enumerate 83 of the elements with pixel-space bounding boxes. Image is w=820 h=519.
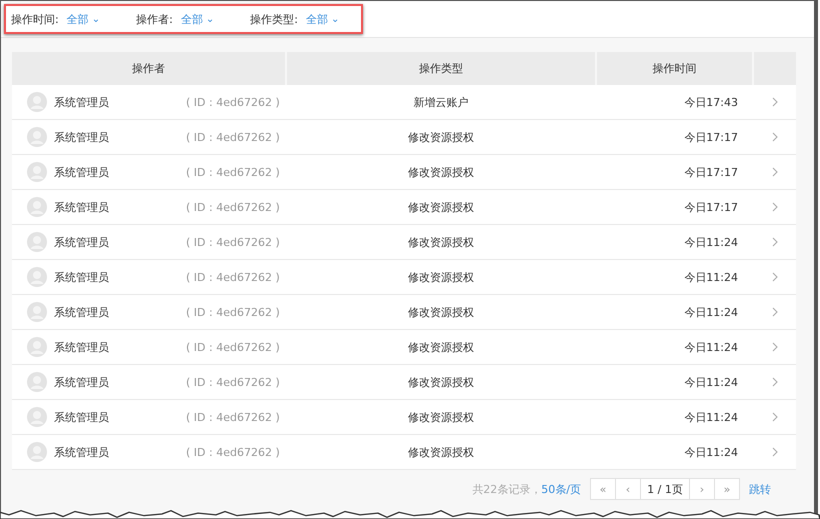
filter-dropdown[interactable]: 全部 ⌄ <box>180 12 214 26</box>
table-cell: 修改资源授权 <box>286 434 596 470</box>
table-cell: 修改资源授权 <box>286 330 596 364</box>
operator-name: 系统管理员 <box>54 200 110 214</box>
last-page-button[interactable]: » <box>714 478 740 500</box>
table-cell: 修改资源授权 <box>286 294 596 330</box>
table-cell: 今日11:24 <box>596 260 753 294</box>
column-header: 操作时间 <box>596 52 753 85</box>
operator-id: ( ID : 4ed67262 ) <box>186 376 280 388</box>
avatar-icon <box>27 337 47 357</box>
table-cell: 今日11:24 <box>596 400 753 434</box>
table-cell: 今日17:17 <box>596 120 753 154</box>
table-cell: 今日11:24 <box>596 294 753 330</box>
filter-label: 操作类型: <box>250 12 298 26</box>
table-cell: 修改资源授权 <box>286 260 596 294</box>
avatar-icon <box>27 372 47 392</box>
table-cell: 修改资源授权 <box>286 154 596 190</box>
operator-name: 系统管理员 <box>54 270 110 284</box>
operator-id: ( ID : 4ed67262 ) <box>186 306 280 318</box>
table-cell: 修改资源授权 <box>286 364 596 400</box>
table-cell: 修改资源授权 <box>286 190 596 224</box>
filter-dropdown[interactable]: 全部 ⌄ <box>66 12 100 26</box>
operator-name: 系统管理员 <box>54 444 110 460</box>
chevron-right-icon[interactable] <box>772 412 778 422</box>
operator-id: ( ID : 4ed67262 ) <box>186 130 280 144</box>
page-indicator[interactable]: 1 / 1页 <box>640 478 690 500</box>
table-cell: 今日11:24 <box>596 224 753 260</box>
table-cell: 今日11:24 <box>596 364 753 400</box>
chevron-right-icon[interactable] <box>772 307 778 317</box>
avatar-icon <box>27 232 47 252</box>
chevron-right-icon[interactable] <box>772 167 778 177</box>
operator-name: 系统管理员 <box>54 94 110 110</box>
chevron-right-icon[interactable] <box>772 377 778 387</box>
operator-name: 系统管理员 <box>54 410 110 424</box>
operator-id: ( ID : 4ed67262 ) <box>186 410 280 424</box>
table-cell: 今日17:17 <box>596 154 753 190</box>
avatar-icon <box>27 407 47 427</box>
filter-label: 操作时间: <box>11 12 59 26</box>
operator-name: 系统管理员 <box>54 304 110 320</box>
operator-id: ( ID : 4ed67262 ) <box>186 236 280 248</box>
operator-id: ( ID : 4ed67262 ) <box>186 200 280 214</box>
filter-dropdown[interactable]: 全部 ⌄ <box>306 12 340 26</box>
chevron-right-icon[interactable] <box>772 97 778 107</box>
jump-link[interactable]: 跳转 <box>749 482 771 496</box>
avatar-icon <box>27 267 47 287</box>
operator-name: 系统管理员 <box>54 164 110 180</box>
chevron-right-icon[interactable] <box>772 132 778 142</box>
table-cell: 新增云账户 <box>286 85 596 120</box>
operator-name: 系统管理员 <box>54 340 110 354</box>
avatar-icon <box>27 302 47 322</box>
chevron-right-icon[interactable] <box>772 202 778 212</box>
table-cell: 修改资源授权 <box>286 224 596 260</box>
record-count: 共22条记录， <box>472 482 542 496</box>
operator-id: ( ID : 4ed67262 ) <box>186 446 280 458</box>
previous-page-button[interactable]: ‹ <box>615 478 641 500</box>
operator-name: 系统管理员 <box>54 234 110 250</box>
table-cell: 今日17:17 <box>596 190 753 224</box>
table-cell: 今日11:24 <box>596 434 753 470</box>
chevron-right-icon[interactable] <box>772 342 778 352</box>
table-cell: 修改资源授权 <box>286 400 596 434</box>
operator-id: ( ID : 4ed67262 ) <box>186 166 280 178</box>
operator-name: 系统管理员 <box>54 130 110 144</box>
chevron-right-icon[interactable] <box>772 447 778 457</box>
operator-id: ( ID : 4ed67262 ) <box>186 96 280 108</box>
operator-id: ( ID : 4ed67262 ) <box>186 270 280 284</box>
avatar-icon <box>27 197 47 217</box>
table-cell: 今日11:24 <box>596 330 753 364</box>
avatar-icon <box>27 127 47 147</box>
operator-id: ( ID : 4ed67262 ) <box>186 340 280 354</box>
avatar-icon <box>27 92 47 112</box>
page-size-link[interactable]: 50条/页 <box>541 482 581 496</box>
first-page-button[interactable]: « <box>590 478 616 500</box>
column-header: 操作者 <box>12 52 286 85</box>
avatar-icon <box>27 442 47 462</box>
chevron-right-icon[interactable] <box>772 272 778 282</box>
filter-label: 操作者: <box>136 12 173 26</box>
table-cell: 修改资源授权 <box>286 120 596 154</box>
column-header: 操作类型 <box>286 52 596 85</box>
table-cell: 今日17:43 <box>596 85 753 120</box>
chevron-right-icon[interactable] <box>772 237 778 247</box>
operator-name: 系统管理员 <box>54 374 110 390</box>
avatar-icon <box>27 162 47 182</box>
next-page-button[interactable]: › <box>689 478 715 500</box>
